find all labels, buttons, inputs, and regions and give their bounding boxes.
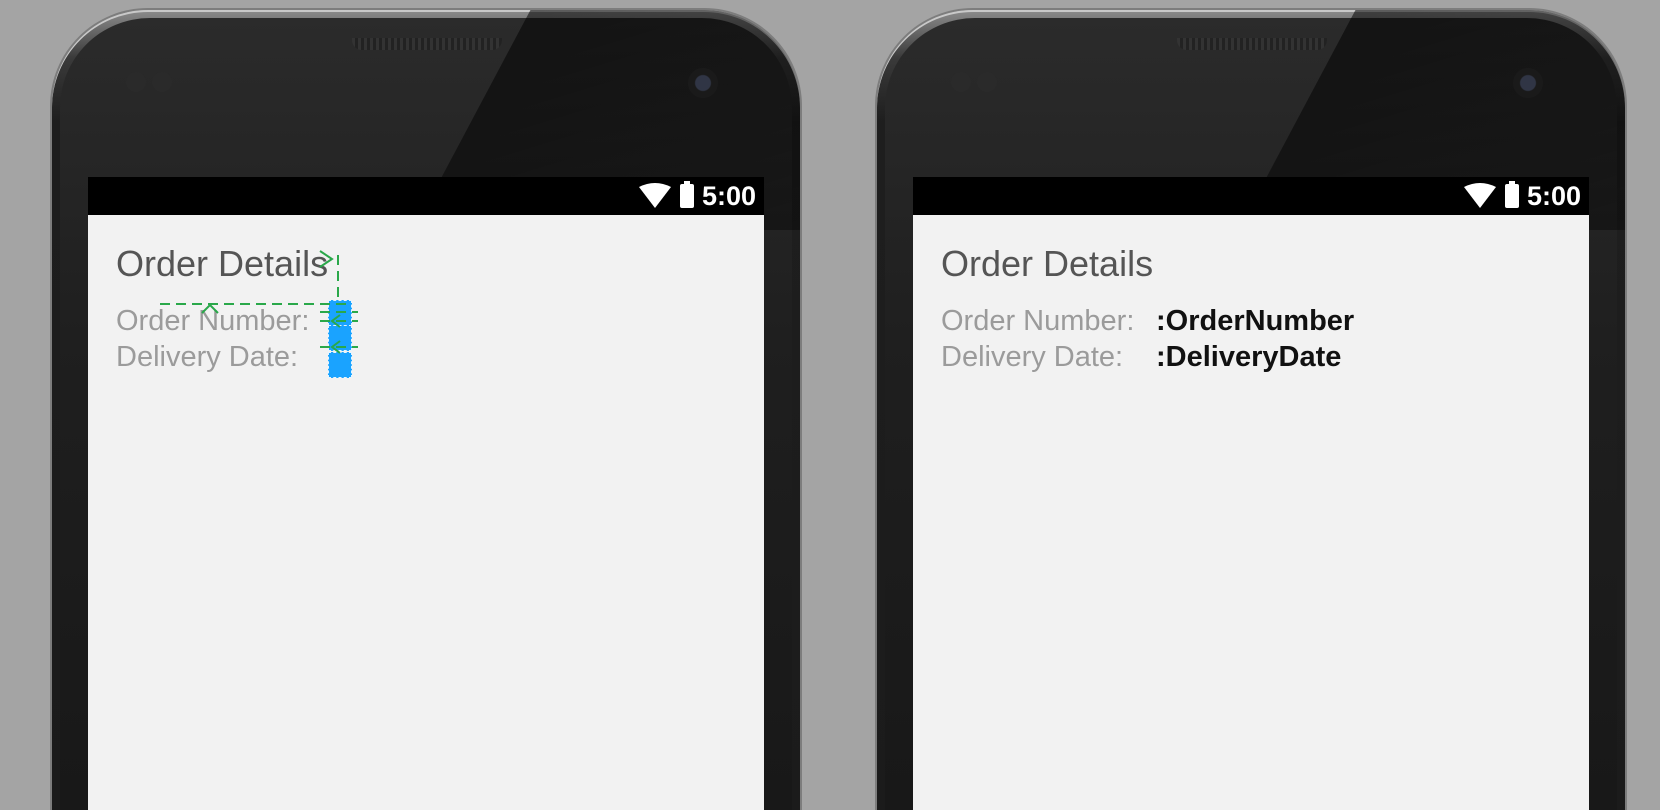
status-bar: 5:00 [88, 177, 764, 215]
order-number-value: :OrderNumber [1156, 305, 1355, 337]
designer-app-body: Order Details Order Number: Delivery Dat… [88, 215, 764, 810]
wifi-icon [1463, 183, 1496, 208]
earpiece-speaker [1177, 38, 1327, 50]
phone-frame-designer: 5:00 Order Details Order Number: Deliver… [52, 10, 800, 810]
delivery-date-value: :DeliveryDate [1156, 341, 1342, 373]
light-sensor [152, 72, 172, 92]
light-sensor [977, 72, 997, 92]
front-camera-icon [688, 68, 718, 98]
earpiece-speaker [352, 38, 502, 50]
proximity-sensor [126, 72, 146, 92]
order-number-label: Order Number: [941, 305, 1135, 337]
wifi-icon [638, 183, 671, 208]
preview-screen: 5:00 Order Details Order Number: :OrderN… [913, 177, 1589, 810]
status-clock: 5:00 [1526, 180, 1581, 211]
designer-screen: 5:00 Order Details Order Number: Deliver… [88, 177, 764, 810]
status-bar: 5:00 [913, 177, 1589, 215]
battery-icon [679, 181, 694, 208]
status-clock: 5:00 [701, 180, 756, 211]
front-camera-icon [1513, 68, 1543, 98]
preview-app-body: Order Details Order Number: :OrderNumber… [913, 215, 1589, 810]
arrow-icon [201, 250, 341, 354]
constraint-guides [160, 250, 358, 354]
delivery-date-label: Delivery Date: [941, 341, 1124, 373]
battery-icon [1504, 181, 1519, 208]
page-title: Order Details [941, 243, 1154, 284]
proximity-sensor [951, 72, 971, 92]
phone-frame-preview: 5:00 Order Details Order Number: :OrderN… [877, 10, 1625, 810]
